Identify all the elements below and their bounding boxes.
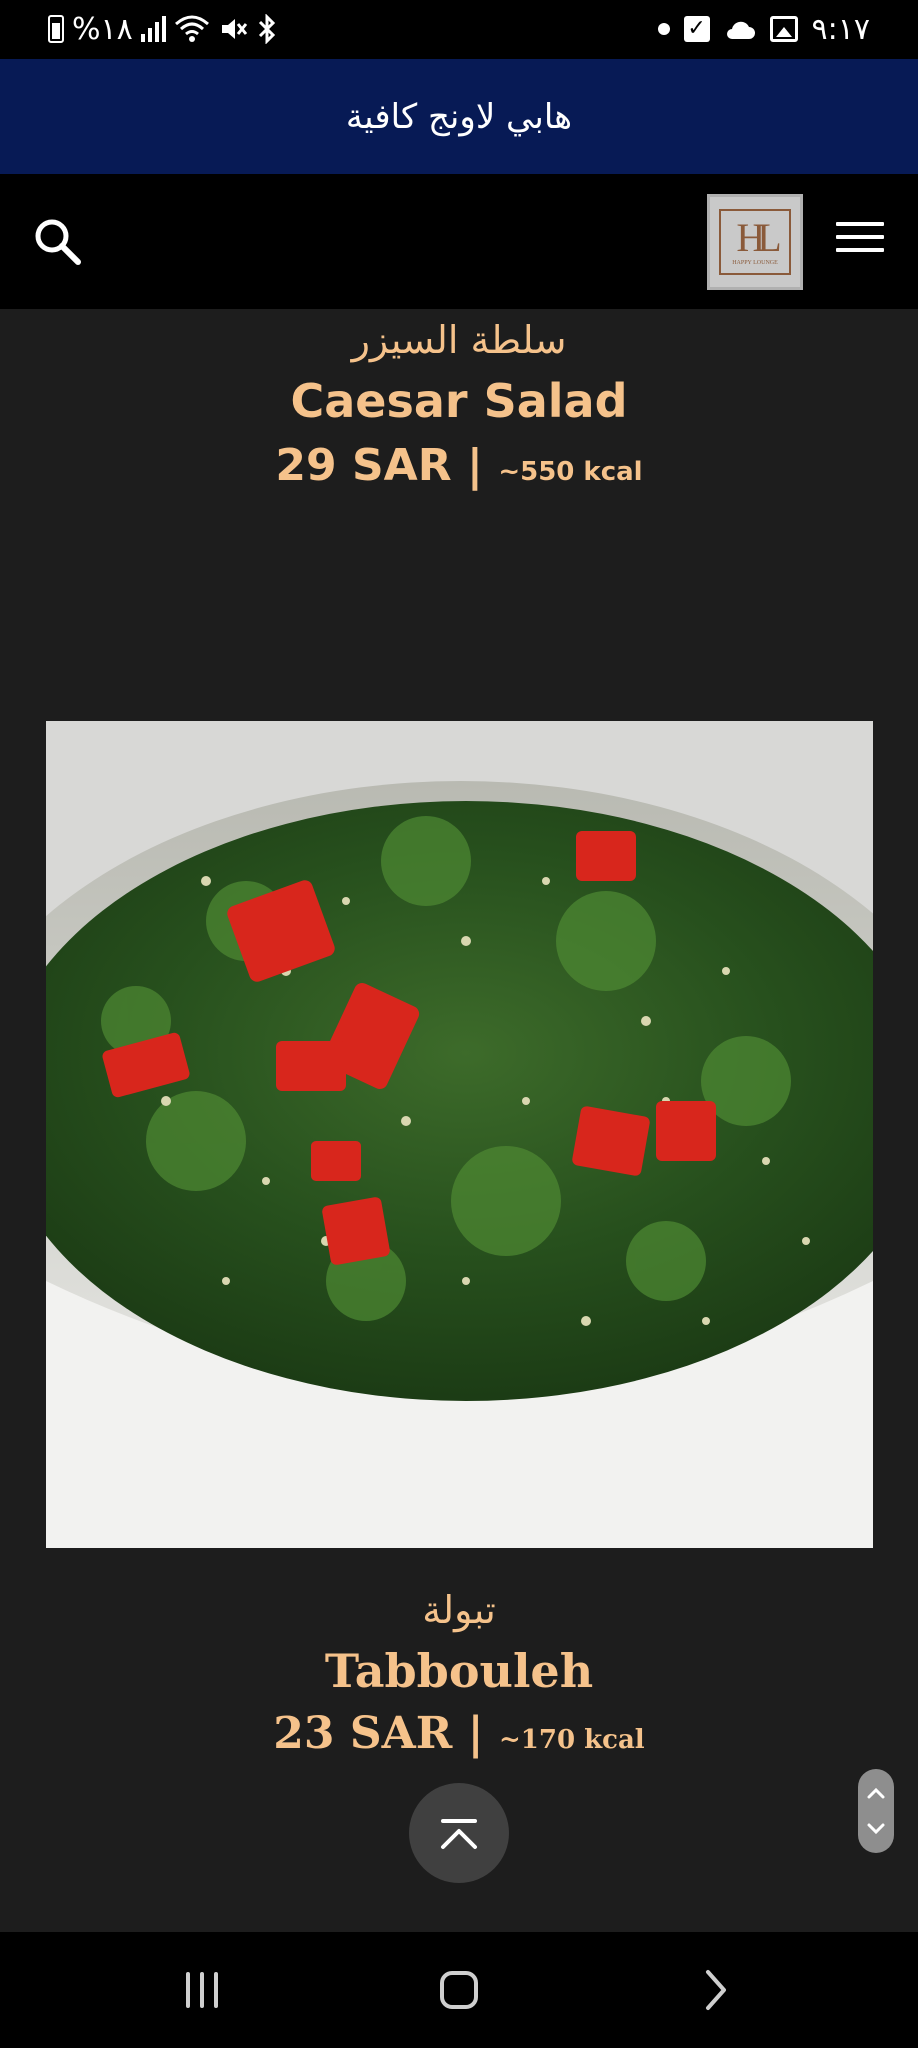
logo-text: HAPPY LOUNGE [732, 260, 778, 266]
price-separator: | [467, 1708, 484, 1759]
cloud-icon [726, 21, 755, 39]
menu-icon [836, 222, 884, 226]
system-nav-bar [0, 1932, 918, 2048]
item-name-arabic: سلطة السيزر [351, 318, 567, 362]
back-button[interactable] [686, 1960, 746, 2020]
scroll-to-top-button[interactable] [409, 1783, 509, 1883]
item-name-english: Caesar Salad [290, 374, 628, 428]
search-button[interactable] [30, 212, 86, 272]
status-bar: %١٨ ✓ ٩:١٧ [0, 0, 918, 59]
site-header: HL HAPPY LOUNGE [0, 174, 918, 309]
status-right: ✓ ٩:١٧ [657, 11, 870, 47]
search-icon [35, 219, 81, 265]
chevron-down-icon [867, 1823, 885, 1835]
item-calories: ~550 kcal [498, 457, 643, 487]
signal-icon [140, 16, 166, 42]
tabbouleh-photo[interactable] [46, 721, 873, 1548]
chevron-up-icon [441, 1819, 477, 1849]
dot-icon [657, 23, 670, 35]
item-price-line: 23 SAR | ~170 kcal [0, 1708, 918, 1759]
wifi-icon [174, 15, 209, 42]
home-icon [440, 1971, 478, 2009]
image-icon [769, 16, 798, 42]
chevron-up-icon [867, 1787, 885, 1799]
price-separator: | [466, 440, 483, 491]
mute-icon [221, 19, 247, 39]
logo-monogram: HL [736, 215, 781, 260]
status-time: ٩:١٧ [811, 11, 870, 47]
scrollbar-handle[interactable] [858, 1769, 894, 1853]
recent-apps-icon [186, 1972, 218, 2008]
banner-title: هابي لاونج كافية [345, 96, 573, 137]
chevron-right-icon [706, 1970, 726, 2010]
home-button[interactable] [429, 1960, 489, 2020]
logo-emblem: HL HAPPY LOUNGE [719, 209, 791, 275]
battery-percent: %١٨ [72, 11, 133, 47]
item-name-english: Tabbouleh [324, 1644, 594, 1698]
bluetooth-icon [258, 14, 275, 44]
site-banner: هابي لاونج كافية [0, 59, 918, 174]
tabbouleh-image [46, 721, 873, 1548]
checkbox-notification-icon: ✓ [683, 16, 710, 42]
item-price-line: 29 SAR | ~550 kcal [0, 440, 918, 491]
item-calories: ~170 kcal [499, 1725, 645, 1755]
menu-button[interactable] [836, 222, 884, 262]
status-left: %١٨ [48, 11, 278, 47]
item-name-arabic: تبولة [422, 1588, 496, 1632]
item-price: 23 SAR [273, 1708, 453, 1759]
logo[interactable]: HL HAPPY LOUNGE [707, 194, 803, 290]
battery-icon [48, 15, 64, 43]
recent-apps-button[interactable] [172, 1960, 232, 2020]
item-price: 29 SAR [275, 440, 452, 491]
